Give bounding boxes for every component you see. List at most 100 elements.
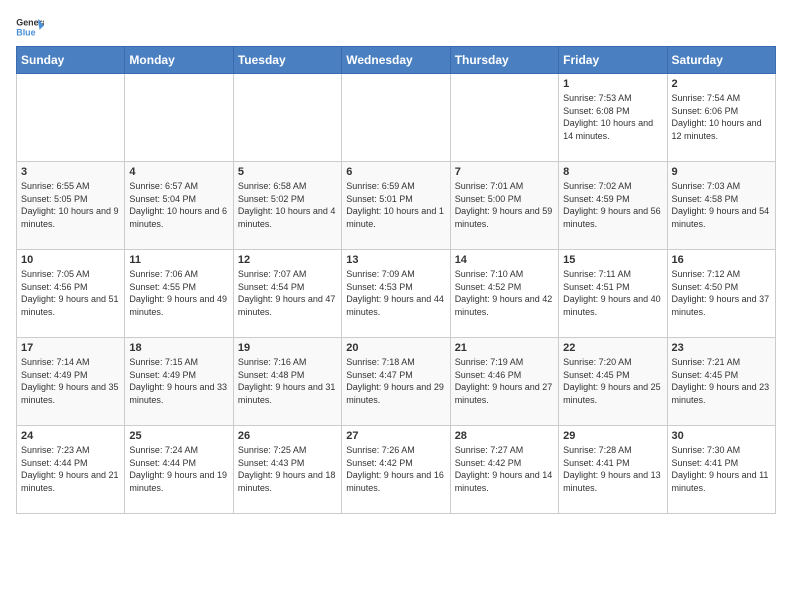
logo-icon: General Blue [16, 16, 44, 38]
calendar-cell: 22 Sunrise: 7:20 AM Sunset: 4:45 PM Dayli… [559, 338, 667, 426]
week-row-3: 17 Sunrise: 7:14 AM Sunset: 4:49 PM Dayli… [17, 338, 776, 426]
calendar-cell: 30 Sunrise: 7:30 AM Sunset: 4:41 PM Dayli… [667, 426, 775, 514]
day-number: 7 [455, 166, 554, 178]
weekday-header-tuesday: Tuesday [233, 47, 341, 74]
day-info: Sunrise: 7:23 AM Sunset: 4:44 PM Dayligh… [21, 444, 120, 494]
day-info: Sunrise: 7:53 AM Sunset: 6:08 PM Dayligh… [563, 92, 662, 142]
day-info: Sunrise: 7:11 AM Sunset: 4:51 PM Dayligh… [563, 268, 662, 318]
calendar-cell: 1 Sunrise: 7:53 AM Sunset: 6:08 PM Daylig… [559, 74, 667, 162]
day-number: 8 [563, 166, 662, 178]
weekday-header-monday: Monday [125, 47, 233, 74]
week-row-4: 24Sunrise: 7:23 AM Sunset: 4:44 PM Dayli… [17, 426, 776, 514]
day-info: Sunrise: 7:12 AM Sunset: 4:50 PM Dayligh… [672, 268, 771, 318]
week-row-2: 10Sunrise: 7:05 AM Sunset: 4:56 PM Dayli… [17, 250, 776, 338]
day-number: 28 [455, 430, 554, 442]
day-number: 18 [129, 342, 228, 354]
day-info: Sunrise: 6:55 AM Sunset: 5:05 PM Dayligh… [21, 180, 120, 230]
day-number: 6 [346, 166, 445, 178]
calendar-cell: 26 Sunrise: 7:25 AM Sunset: 4:43 PM Dayli… [233, 426, 341, 514]
day-info: Sunrise: 7:15 AM Sunset: 4:49 PM Dayligh… [129, 356, 228, 406]
weekday-header-friday: Friday [559, 47, 667, 74]
day-number: 23 [672, 342, 771, 354]
week-row-1: 3 Sunrise: 6:55 AM Sunset: 5:05 PM Daylig… [17, 162, 776, 250]
day-number: 17 [21, 342, 120, 354]
day-info: Sunrise: 7:07 AM Sunset: 4:54 PM Dayligh… [238, 268, 337, 318]
page-header: General Blue [16, 16, 776, 38]
calendar-cell [450, 74, 558, 162]
day-number: 10 [21, 254, 120, 266]
day-info: Sunrise: 6:57 AM Sunset: 5:04 PM Dayligh… [129, 180, 228, 230]
calendar-cell: 5 Sunrise: 6:58 AM Sunset: 5:02 PM Daylig… [233, 162, 341, 250]
day-info: Sunrise: 7:20 AM Sunset: 4:45 PM Dayligh… [563, 356, 662, 406]
day-info: Sunrise: 7:14 AM Sunset: 4:49 PM Dayligh… [21, 356, 120, 406]
weekday-header-thursday: Thursday [450, 47, 558, 74]
day-info: Sunrise: 7:01 AM Sunset: 5:00 PM Dayligh… [455, 180, 554, 230]
calendar-cell: 29Sunrise: 7:28 AM Sunset: 4:41 PM Dayli… [559, 426, 667, 514]
calendar-cell: 21 Sunrise: 7:19 AM Sunset: 4:46 PM Dayli… [450, 338, 558, 426]
calendar-cell: 25 Sunrise: 7:24 AM Sunset: 4:44 PM Dayli… [125, 426, 233, 514]
day-info: Sunrise: 7:25 AM Sunset: 4:43 PM Dayligh… [238, 444, 337, 494]
day-number: 14 [455, 254, 554, 266]
day-info: Sunrise: 7:03 AM Sunset: 4:58 PM Dayligh… [672, 180, 771, 230]
calendar-cell [342, 74, 450, 162]
calendar-cell: 7 Sunrise: 7:01 AM Sunset: 5:00 PM Daylig… [450, 162, 558, 250]
day-info: Sunrise: 7:24 AM Sunset: 4:44 PM Dayligh… [129, 444, 228, 494]
day-info: Sunrise: 7:28 AM Sunset: 4:41 PM Dayligh… [563, 444, 662, 494]
calendar-cell: 28Sunrise: 7:27 AM Sunset: 4:42 PM Dayli… [450, 426, 558, 514]
calendar-cell: 23Sunrise: 7:21 AM Sunset: 4:45 PM Dayli… [667, 338, 775, 426]
day-number: 5 [238, 166, 337, 178]
day-number: 2 [672, 78, 771, 90]
calendar-cell: 8 Sunrise: 7:02 AM Sunset: 4:59 PM Daylig… [559, 162, 667, 250]
day-number: 12 [238, 254, 337, 266]
day-info: Sunrise: 7:26 AM Sunset: 4:42 PM Dayligh… [346, 444, 445, 494]
day-number: 11 [129, 254, 228, 266]
calendar-cell: 12 Sunrise: 7:07 AM Sunset: 4:54 PM Dayli… [233, 250, 341, 338]
day-info: Sunrise: 7:02 AM Sunset: 4:59 PM Dayligh… [563, 180, 662, 230]
day-number: 19 [238, 342, 337, 354]
day-info: Sunrise: 6:58 AM Sunset: 5:02 PM Dayligh… [238, 180, 337, 230]
day-number: 3 [21, 166, 120, 178]
day-number: 13 [346, 254, 445, 266]
calendar-cell: 2 Sunrise: 7:54 AM Sunset: 6:06 PM Daylig… [667, 74, 775, 162]
calendar-cell: 4 Sunrise: 6:57 AM Sunset: 5:04 PM Daylig… [125, 162, 233, 250]
day-number: 27 [346, 430, 445, 442]
day-info: Sunrise: 6:59 AM Sunset: 5:01 PM Dayligh… [346, 180, 445, 230]
day-info: Sunrise: 7:09 AM Sunset: 4:53 PM Dayligh… [346, 268, 445, 318]
day-number: 20 [346, 342, 445, 354]
calendar-cell: 3 Sunrise: 6:55 AM Sunset: 5:05 PM Daylig… [17, 162, 125, 250]
calendar-body: 1 Sunrise: 7:53 AM Sunset: 6:08 PM Daylig… [17, 74, 776, 514]
day-info: Sunrise: 7:19 AM Sunset: 4:46 PM Dayligh… [455, 356, 554, 406]
calendar-cell: 18 Sunrise: 7:15 AM Sunset: 4:49 PM Dayli… [125, 338, 233, 426]
day-number: 9 [672, 166, 771, 178]
day-number: 1 [563, 78, 662, 90]
calendar-cell: 15 Sunrise: 7:11 AM Sunset: 4:51 PM Dayli… [559, 250, 667, 338]
calendar-cell: 24Sunrise: 7:23 AM Sunset: 4:44 PM Dayli… [17, 426, 125, 514]
day-number: 22 [563, 342, 662, 354]
day-number: 15 [563, 254, 662, 266]
day-number: 26 [238, 430, 337, 442]
day-number: 25 [129, 430, 228, 442]
calendar-cell [125, 74, 233, 162]
day-number: 4 [129, 166, 228, 178]
calendar-cell: 13 Sunrise: 7:09 AM Sunset: 4:53 PM Dayli… [342, 250, 450, 338]
calendar-cell: 11 Sunrise: 7:06 AM Sunset: 4:55 PM Dayli… [125, 250, 233, 338]
svg-text:Blue: Blue [16, 27, 35, 37]
weekday-header-saturday: Saturday [667, 47, 775, 74]
day-info: Sunrise: 7:10 AM Sunset: 4:52 PM Dayligh… [455, 268, 554, 318]
day-number: 30 [672, 430, 771, 442]
weekday-header-row: SundayMondayTuesdayWednesdayThursdayFrid… [17, 47, 776, 74]
day-info: Sunrise: 7:18 AM Sunset: 4:47 PM Dayligh… [346, 356, 445, 406]
day-info: Sunrise: 7:54 AM Sunset: 6:06 PM Dayligh… [672, 92, 771, 142]
calendar-cell: 27 Sunrise: 7:26 AM Sunset: 4:42 PM Dayli… [342, 426, 450, 514]
day-number: 16 [672, 254, 771, 266]
calendar-table: SundayMondayTuesdayWednesdayThursdayFrid… [16, 46, 776, 514]
week-row-0: 1 Sunrise: 7:53 AM Sunset: 6:08 PM Daylig… [17, 74, 776, 162]
day-info: Sunrise: 7:06 AM Sunset: 4:55 PM Dayligh… [129, 268, 228, 318]
calendar-cell [233, 74, 341, 162]
calendar-cell: 17 Sunrise: 7:14 AM Sunset: 4:49 PM Dayli… [17, 338, 125, 426]
weekday-header-wednesday: Wednesday [342, 47, 450, 74]
day-info: Sunrise: 7:30 AM Sunset: 4:41 PM Dayligh… [672, 444, 771, 494]
calendar-cell: 10Sunrise: 7:05 AM Sunset: 4:56 PM Dayli… [17, 250, 125, 338]
day-number: 21 [455, 342, 554, 354]
calendar-cell: 6 Sunrise: 6:59 AM Sunset: 5:01 PM Daylig… [342, 162, 450, 250]
